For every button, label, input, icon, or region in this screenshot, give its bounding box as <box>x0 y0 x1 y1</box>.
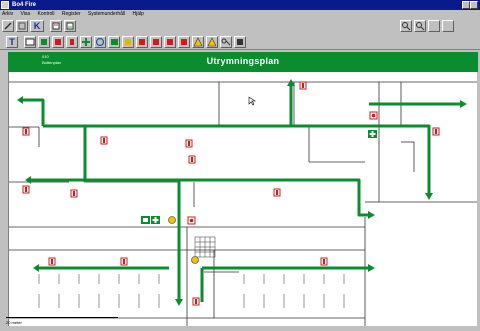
emergency-exit-symbol <box>141 216 150 224</box>
extinguisher-icon[interactable] <box>66 36 78 48</box>
fire-extinguisher-symbol <box>188 155 196 164</box>
fire-extinguisher-symbol <box>273 188 281 197</box>
scale-label: 20 meter <box>6 320 22 325</box>
scale-bar <box>6 317 118 318</box>
fire-extinguisher-symbol <box>22 127 30 136</box>
walls <box>9 81 477 326</box>
emergency-exit-icon[interactable] <box>108 36 120 48</box>
text-t-tool[interactable]: T <box>6 36 18 48</box>
fire-extinguisher-symbol <box>22 185 30 194</box>
fire-alarm-symbol <box>369 111 378 120</box>
route-arrowheads <box>17 79 467 306</box>
symbol-toolbar: T <box>0 35 480 50</box>
title-bar: Bo4 Fire <box>0 0 480 10</box>
fire-extinguisher-symbol <box>70 189 78 198</box>
first-aid-symbol <box>368 130 377 138</box>
menu-systemunderhall[interactable]: Systemunderhåll <box>88 11 125 17</box>
safety-symbols <box>22 81 440 306</box>
staircase <box>194 236 216 258</box>
edit-tool-2-icon[interactable] <box>64 20 76 32</box>
mouse-cursor-icon <box>248 96 256 106</box>
first-aid-icon[interactable] <box>80 36 92 48</box>
menu-register[interactable]: Register <box>62 11 81 17</box>
window-title: Bo4 Fire <box>12 2 37 8</box>
assembly-point-icon[interactable] <box>94 36 106 48</box>
menu-kontroll[interactable]: Kontroll <box>38 11 55 17</box>
alarm-button-icon[interactable] <box>52 36 64 48</box>
pan-icon[interactable] <box>428 20 440 32</box>
fire-extinguisher-symbol <box>48 257 56 266</box>
key-icon[interactable] <box>220 36 232 48</box>
evacuation-routes <box>21 84 461 302</box>
fire-extinguisher-symbol <box>120 257 128 266</box>
fit-icon[interactable] <box>442 20 454 32</box>
warning-icon[interactable] <box>192 36 204 48</box>
fire-extinguisher-symbol <box>432 127 440 136</box>
assembly-symbol <box>168 216 176 224</box>
fire-alarm-icon[interactable] <box>150 36 162 48</box>
zoom-in-icon[interactable] <box>400 20 412 32</box>
assembly-symbol <box>191 256 199 264</box>
fire-hose-icon[interactable] <box>136 36 148 48</box>
first-aid-symbol <box>151 216 160 224</box>
fire-extinguisher-symbol <box>185 139 193 148</box>
menu-arkiv[interactable]: Arkiv <box>2 11 13 17</box>
fire-alarm-symbol <box>187 216 196 225</box>
text-k-tool[interactable]: K <box>30 20 44 32</box>
menu-visa[interactable]: Visa <box>21 11 31 17</box>
maximize-button[interactable] <box>470 1 478 9</box>
floor-plan-drawing <box>9 79 477 326</box>
app-icon <box>1 1 9 9</box>
fire-extinguisher-symbol <box>320 257 328 266</box>
fire-blanket-icon[interactable] <box>178 36 190 48</box>
room-icon[interactable] <box>24 36 36 48</box>
floor-plan-canvas[interactable] <box>8 72 477 326</box>
pencil-tool-icon[interactable] <box>2 20 14 32</box>
evac-chair-icon[interactable] <box>122 36 134 48</box>
menu-hjalp[interactable]: Hjälp <box>133 11 144 17</box>
menu-bar: Arkiv Visa Kontroll Register Systemunder… <box>0 10 480 19</box>
plan-title: Utrymningsplan <box>206 56 280 66</box>
fire-extinguisher-symbol <box>100 136 108 145</box>
cabinet-icon[interactable] <box>234 36 246 48</box>
main-toolbar: K <box>0 19 480 33</box>
zoom-out-icon[interactable] <box>414 20 426 32</box>
edit-tool-icon[interactable] <box>50 20 62 32</box>
sprinkler-icon[interactable] <box>164 36 176 48</box>
fire-extinguisher-symbol <box>192 297 200 306</box>
exit-sign-icon[interactable] <box>38 36 50 48</box>
plan-header: 010 Bottenplan Utrymningsplan <box>8 52 478 72</box>
fire-extinguisher-symbol <box>299 81 307 90</box>
warning-2-icon[interactable] <box>206 36 218 48</box>
minimize-button[interactable] <box>462 1 470 9</box>
stall-lines <box>38 274 345 308</box>
select-tool-icon[interactable] <box>16 20 28 32</box>
